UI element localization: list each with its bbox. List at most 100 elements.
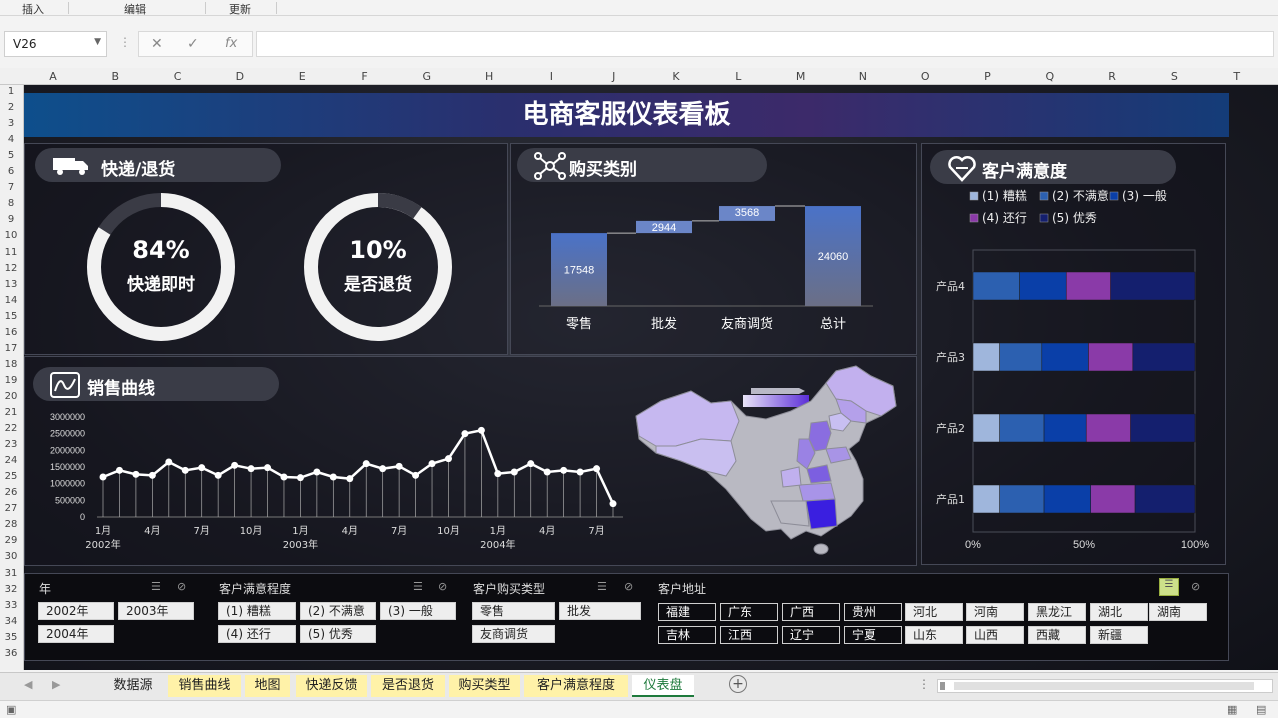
column-header[interactable]: A xyxy=(22,70,84,83)
more-sheets-icon[interactable]: ⋮ xyxy=(918,677,930,691)
row-header[interactable]: 34 xyxy=(0,616,22,627)
row-header[interactable]: 20 xyxy=(0,391,22,402)
cancel-icon[interactable]: ✕ xyxy=(151,36,163,52)
function-icon[interactable]: fx xyxy=(225,36,237,51)
column-header[interactable]: Q xyxy=(1019,70,1081,83)
slicer-item-address[interactable]: 福建 xyxy=(658,603,716,621)
row-header[interactable]: 14 xyxy=(0,295,22,306)
column-header[interactable]: H xyxy=(458,70,520,83)
ribbon-insert-group[interactable]: 插入 xyxy=(22,1,44,17)
row-header[interactable]: 10 xyxy=(0,230,22,241)
slicer-item-address[interactable]: 西藏 xyxy=(1028,626,1086,644)
column-header[interactable]: G xyxy=(396,70,458,83)
row-header[interactable]: 19 xyxy=(0,375,22,386)
macro-record-icon[interactable]: ▣ xyxy=(6,703,16,716)
column-header[interactable]: E xyxy=(271,70,333,83)
column-header[interactable]: B xyxy=(84,70,146,83)
slicer-item-address[interactable]: 宁夏 xyxy=(844,626,902,644)
slicer-item-year[interactable]: 2002年 xyxy=(38,602,114,620)
slicer-item-address[interactable]: 辽宁 xyxy=(782,626,840,644)
sheet-tab[interactable]: 地图 xyxy=(245,675,290,697)
column-header[interactable]: O xyxy=(894,70,956,83)
formula-input[interactable] xyxy=(256,31,1274,57)
row-header[interactable]: 7 xyxy=(0,182,22,193)
slicer-item-purchase[interactable]: 批发 xyxy=(559,602,641,620)
slicer-item-address[interactable]: 贵州 xyxy=(844,603,902,621)
sheet-tab[interactable]: 快递反馈 xyxy=(296,675,367,697)
row-header[interactable]: 28 xyxy=(0,519,22,530)
slicer-item-address[interactable]: 湖北 xyxy=(1090,603,1148,621)
normal-view-icon[interactable]: ▦ xyxy=(1227,703,1237,716)
row-header[interactable]: 11 xyxy=(0,247,22,258)
sheet-tab[interactable]: 是否退货 xyxy=(371,675,445,697)
row-header[interactable]: 21 xyxy=(0,407,22,418)
slicer-item-address[interactable]: 山东 xyxy=(905,626,963,644)
sheet-tab[interactable]: 仪表盘 xyxy=(632,675,694,697)
slicer-item-address[interactable]: 山西 xyxy=(966,626,1024,644)
row-header[interactable]: 15 xyxy=(0,311,22,322)
sheet-tab[interactable]: 销售曲线 xyxy=(168,675,241,697)
column-header[interactable]: P xyxy=(957,70,1019,83)
column-header[interactable]: K xyxy=(645,70,707,83)
next-sheet-icon[interactable]: ▶ xyxy=(52,678,60,691)
slicer-item-satisfaction[interactable]: (2) 不满意 xyxy=(300,602,376,620)
column-header[interactable]: M xyxy=(770,70,832,83)
column-header[interactable]: N xyxy=(832,70,894,83)
scroll-left-icon[interactable] xyxy=(940,682,946,690)
row-header[interactable]: 12 xyxy=(0,263,22,274)
multi-select-icon[interactable]: ☰ xyxy=(597,580,607,593)
row-header[interactable]: 18 xyxy=(0,359,22,370)
slicer-item-address[interactable]: 河南 xyxy=(966,603,1024,621)
multi-select-icon[interactable]: ☰ xyxy=(413,580,423,593)
row-header[interactable]: 30 xyxy=(0,551,22,562)
row-header[interactable]: 23 xyxy=(0,439,22,450)
row-header[interactable]: 17 xyxy=(0,343,22,354)
slicer-item-purchase[interactable]: 零售 xyxy=(472,602,555,620)
sheet-tab[interactable]: 客户满意程度 xyxy=(524,675,628,697)
row-header[interactable]: 35 xyxy=(0,632,22,643)
column-header[interactable]: I xyxy=(520,70,582,83)
clear-filter-icon[interactable]: ⊘ xyxy=(177,580,186,593)
row-header[interactable]: 8 xyxy=(0,198,22,209)
slicer-item-satisfaction[interactable]: (3) 一般 xyxy=(380,602,456,620)
horizontal-scrollbar[interactable] xyxy=(937,679,1273,693)
slicer-item-satisfaction[interactable]: (4) 还行 xyxy=(218,625,296,643)
slicer-item-address[interactable]: 广西 xyxy=(782,603,840,621)
column-header[interactable]: R xyxy=(1081,70,1143,83)
multi-select-icon[interactable]: ☰ xyxy=(1159,578,1179,596)
slicer-item-address[interactable]: 广东 xyxy=(720,603,778,621)
column-header[interactable]: S xyxy=(1143,70,1205,83)
row-header[interactable]: 27 xyxy=(0,503,22,514)
multi-select-icon[interactable]: ☰ xyxy=(151,580,161,593)
ribbon-edit-group[interactable]: 编辑 xyxy=(124,1,146,17)
more-options-icon[interactable]: ⋮ xyxy=(119,35,131,49)
row-header[interactable]: 4 xyxy=(0,134,22,145)
confirm-icon[interactable]: ✓ xyxy=(187,36,199,52)
slicer-item-purchase[interactable]: 友商调货 xyxy=(472,625,555,643)
row-header[interactable]: 3 xyxy=(0,118,22,129)
slicer-item-address[interactable]: 河北 xyxy=(905,603,963,621)
row-header[interactable]: 5 xyxy=(0,150,22,161)
clear-filter-icon[interactable]: ⊘ xyxy=(624,580,633,593)
slicer-item-address[interactable]: 黑龙江 xyxy=(1028,603,1086,621)
slicer-item-address[interactable]: 江西 xyxy=(720,626,778,644)
chevron-down-icon[interactable]: ▼ xyxy=(94,37,101,47)
row-header[interactable]: 1 xyxy=(0,86,22,97)
row-header[interactable]: 31 xyxy=(0,568,22,579)
row-header[interactable]: 16 xyxy=(0,327,22,338)
row-header[interactable]: 33 xyxy=(0,600,22,611)
row-header[interactable]: 22 xyxy=(0,423,22,434)
scrollbar-thumb[interactable] xyxy=(954,682,1254,690)
column-header[interactable]: C xyxy=(147,70,209,83)
column-header[interactable]: J xyxy=(583,70,645,83)
row-header[interactable]: 29 xyxy=(0,535,22,546)
add-sheet-icon[interactable]: + xyxy=(729,675,747,693)
clear-filter-icon[interactable]: ⊘ xyxy=(1191,580,1200,593)
row-header[interactable]: 25 xyxy=(0,471,22,482)
row-header[interactable]: 2 xyxy=(0,102,22,113)
slicer-item-satisfaction[interactable]: (5) 优秀 xyxy=(300,625,376,643)
row-header[interactable]: 9 xyxy=(0,214,22,225)
row-header[interactable]: 36 xyxy=(0,648,22,659)
row-header[interactable]: 24 xyxy=(0,455,22,466)
page-layout-icon[interactable]: ▤ xyxy=(1256,703,1266,716)
